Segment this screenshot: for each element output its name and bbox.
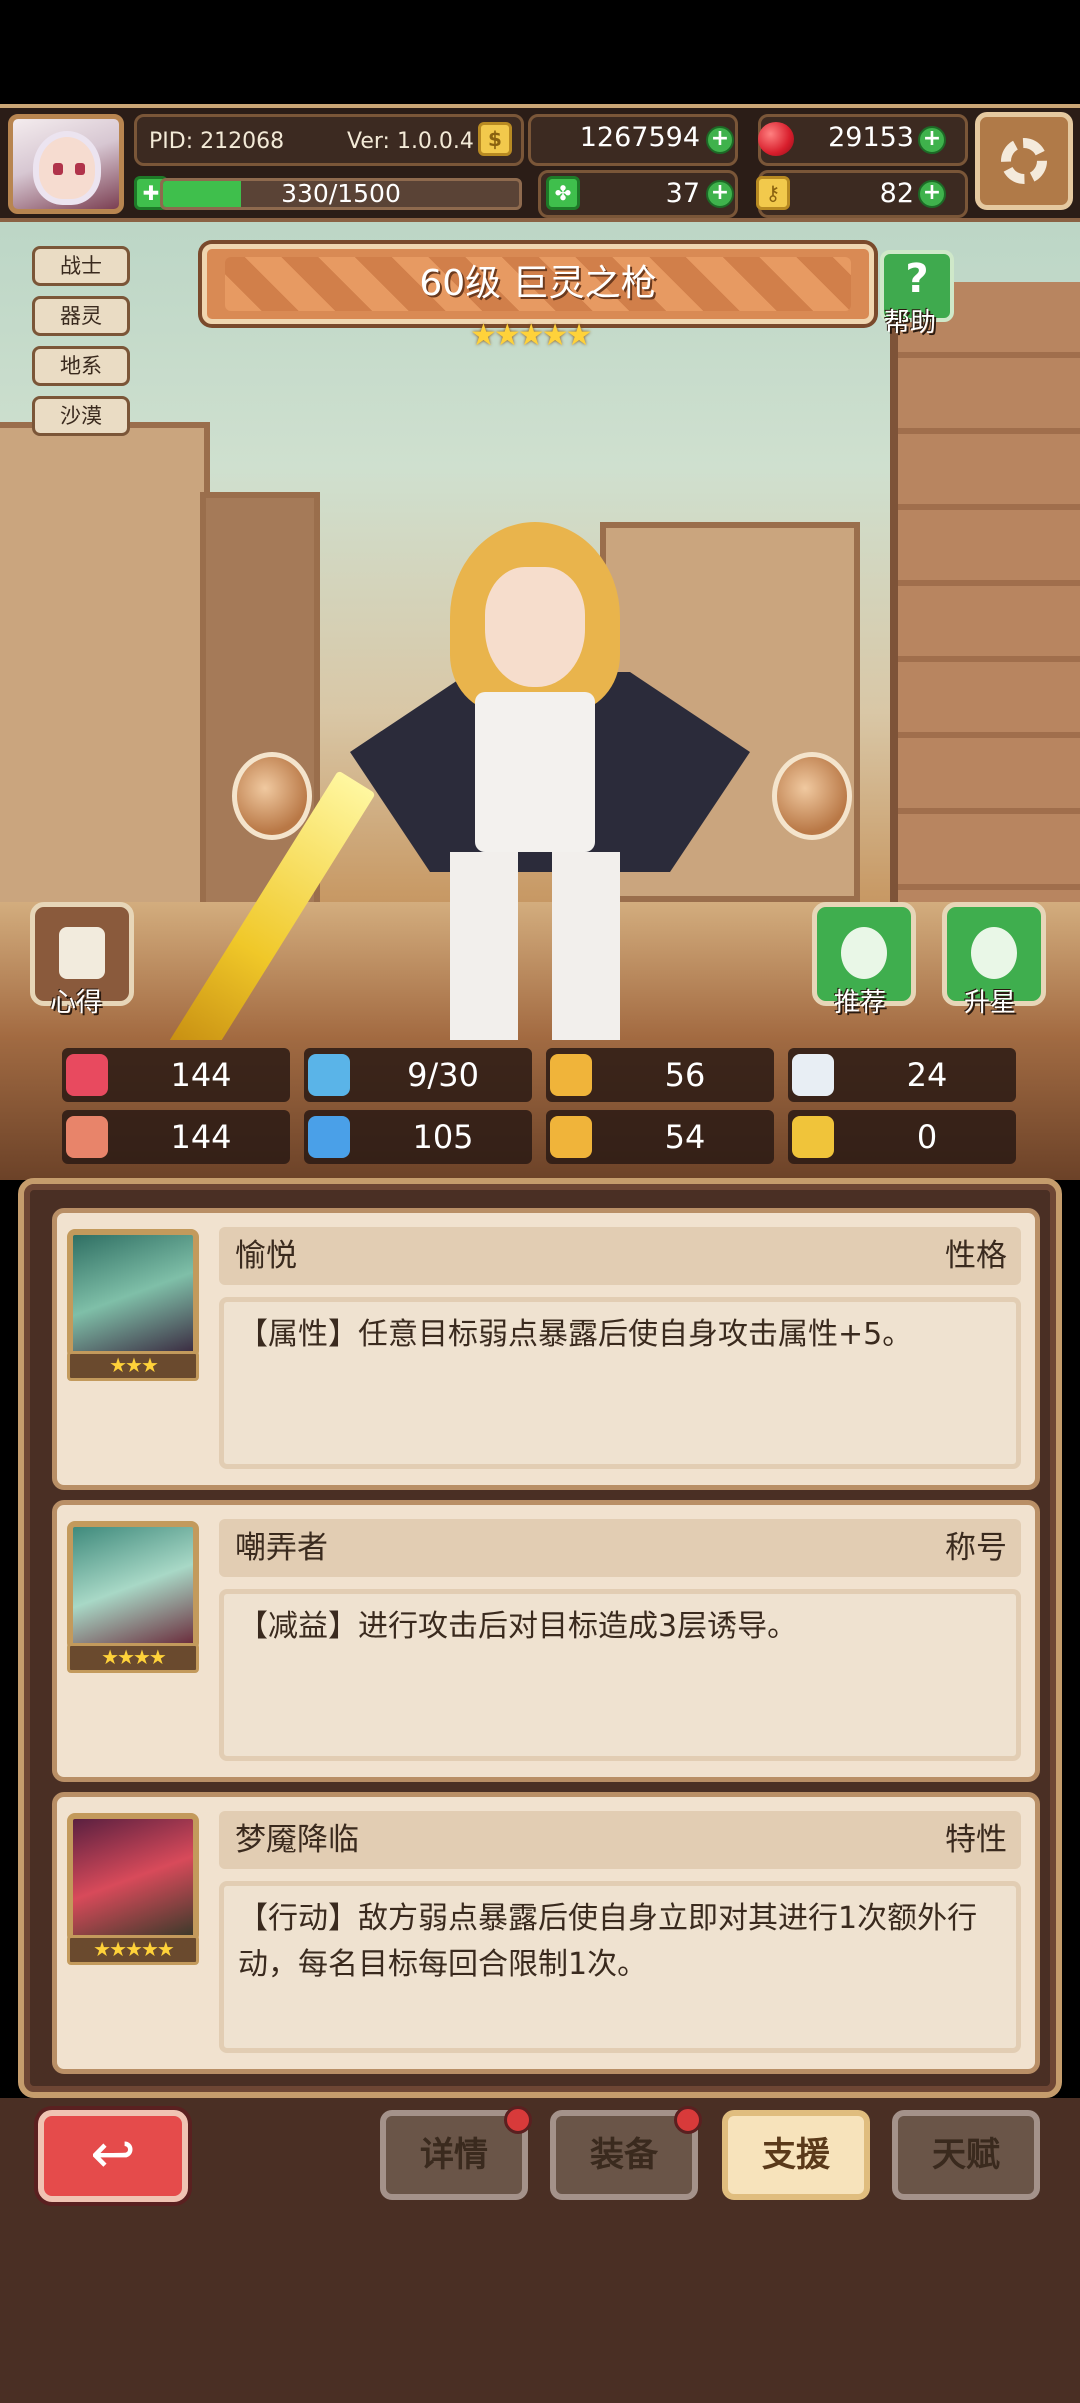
support-card-title[interactable]: ★★★★ 嘲弄者 称号 【减益】进行攻击后对目标造成3层诱导。 — [52, 1500, 1040, 1782]
energy-text: 330/1500 — [281, 179, 401, 208]
return-arrow-icon: ↩ — [90, 2122, 136, 2185]
support-portrait — [67, 1229, 199, 1359]
recommend-label: 推荐 — [834, 988, 887, 1018]
heart-icon — [66, 1054, 108, 1096]
stat-magic: 105 — [304, 1110, 532, 1164]
notebook-icon — [59, 927, 105, 979]
question-icon: ? — [905, 256, 929, 302]
support-stars: ★★★★★ — [67, 1935, 199, 1965]
settings-button[interactable] — [975, 112, 1073, 210]
tag-class[interactable]: 战士 — [32, 246, 130, 286]
add-gold-button[interactable]: + — [706, 126, 734, 154]
desert-cliff — [890, 282, 1080, 982]
stat-speed: 54 — [546, 1110, 774, 1164]
stats-panel: 144 9/30 56 24 144 105 54 0 — [0, 1040, 1080, 1180]
support-description: 【属性】任意目标弱点暴露后使自身攻击属性+5。 — [219, 1297, 1021, 1469]
hero-star-rating: ★★★★★ — [470, 318, 592, 353]
support-stars: ★★★ — [67, 1351, 199, 1381]
tab-equipment[interactable]: 装备 — [550, 2106, 702, 2200]
help-label: 帮助 — [884, 308, 937, 338]
support-card-personality[interactable]: ★★★ 愉悦 性格 【属性】任意目标弱点暴露后使自身攻击属性+5。 — [52, 1208, 1040, 1490]
stat-attack: 144 — [62, 1110, 290, 1164]
left-orb-icon — [232, 752, 312, 840]
stat-defense: 56 — [546, 1048, 774, 1102]
support-type: 称号 — [945, 1530, 1007, 1566]
stat-mana: 9/30 — [304, 1048, 532, 1102]
right-orb-icon — [772, 752, 852, 840]
add-key-button[interactable]: + — [918, 180, 946, 208]
shield-icon — [550, 1054, 592, 1096]
avatar-eye — [53, 163, 63, 175]
version-text: Ver: 1.0.0.4 — [347, 129, 474, 154]
tab-details-label: 详情 — [420, 2135, 488, 2175]
thumbs-up-icon — [841, 927, 887, 979]
support-name: 嘲弄者 — [235, 1530, 328, 1566]
tag-element[interactable]: 地系 — [32, 346, 130, 386]
tag-terrain[interactable]: 沙漠 — [32, 396, 130, 436]
gold-value: 1267594 — [579, 122, 700, 153]
support-panel: ★★★ 愉悦 性格 【属性】任意目标弱点暴露后使自身攻击属性+5。 ★★★★ 嘲… — [18, 1178, 1062, 2098]
support-name-bar: 嘲弄者 称号 — [219, 1519, 1021, 1577]
support-portrait — [67, 1813, 199, 1943]
red-gem-icon — [758, 122, 794, 156]
water-drop-icon — [308, 1054, 350, 1096]
pid-text: PID: 212068 — [149, 129, 285, 154]
clover-icon: ✤ — [546, 176, 580, 210]
support-description: 【减益】进行攻击后对目标造成3层诱导。 — [219, 1589, 1021, 1761]
tag-type[interactable]: 器灵 — [32, 296, 130, 336]
support-stars: ★★★★ — [67, 1643, 199, 1673]
back-button[interactable]: ↩ — [38, 2110, 188, 2202]
tab-talent[interactable]: 天赋 — [892, 2110, 1040, 2200]
gem-value: 29153 — [828, 122, 914, 153]
status-bar-area — [0, 0, 1080, 104]
book-icon — [308, 1116, 350, 1158]
add-gem-button[interactable]: + — [918, 126, 946, 154]
hero-body — [475, 692, 595, 852]
fist-icon — [66, 1116, 108, 1158]
notes-label: 心得 — [50, 988, 103, 1018]
player-avatar[interactable] — [8, 114, 124, 214]
support-type: 性格 — [945, 1238, 1007, 1274]
desert-rock — [0, 422, 210, 942]
tab-equipment-label: 装备 — [590, 2135, 658, 2175]
gear-icon — [1001, 138, 1047, 184]
tab-support[interactable]: 支援 — [722, 2110, 870, 2200]
horseshoe-icon — [792, 1116, 834, 1158]
support-name: 愉悦 — [235, 1238, 297, 1274]
stat-evasion: 24 — [788, 1048, 1016, 1102]
key-value: 82 — [879, 178, 914, 209]
tab-support-label: 支援 — [762, 2135, 830, 2175]
support-name: 梦魇降临 — [235, 1822, 359, 1858]
key-icon: ⚷ — [756, 176, 790, 210]
support-name-bar: 梦魇降临 特性 — [219, 1811, 1021, 1869]
add-clover-button[interactable]: + — [706, 180, 734, 208]
support-portrait — [67, 1521, 199, 1651]
hero-scene: 战士 器灵 地系 沙漠 60级 巨灵之枪 ★★★★★ ? 帮助 心得 推荐 升星 — [0, 222, 1080, 1040]
tab-details[interactable]: 详情 — [380, 2106, 532, 2200]
stat-hp: 144 — [62, 1048, 290, 1102]
hero-legs[interactable] — [450, 852, 620, 1040]
clover-value: 37 — [665, 178, 700, 209]
hero-face — [485, 567, 585, 687]
tab-talent-label: 天赋 — [932, 2135, 1000, 2175]
hero-title: 60级 巨灵之枪 — [419, 263, 657, 304]
upgrade-star-label: 升星 — [964, 988, 1017, 1018]
notification-dot — [674, 2106, 702, 2134]
wing-icon — [792, 1054, 834, 1096]
support-description: 【行动】敌方弱点暴露后使自身立即对其进行1次额外行动，每名目标每回合限制1次。 — [219, 1881, 1021, 2053]
energy-bar: 330/1500 — [160, 178, 522, 210]
gold-coin-icon: $ — [478, 122, 512, 156]
hero-title-banner: 60级 巨灵之枪 — [202, 244, 874, 324]
star-icon — [971, 927, 1017, 979]
support-type: 特性 — [945, 1822, 1007, 1858]
boot-icon — [550, 1116, 592, 1158]
avatar-eye — [75, 163, 85, 175]
notification-dot — [504, 2106, 532, 2134]
support-card-trait[interactable]: ★★★★★ 梦魇降临 特性 【行动】敌方弱点暴露后使自身立即对其进行1次额外行动… — [52, 1792, 1040, 2074]
pid-panel: PID: 212068 Ver: 1.0.0.4 — [134, 114, 524, 166]
avatar-face — [39, 137, 95, 199]
stat-luck: 0 — [788, 1110, 1016, 1164]
support-name-bar: 愉悦 性格 — [219, 1227, 1021, 1285]
resource-header: PID: 212068 Ver: 1.0.0.4 $ 1267594 + 291… — [0, 104, 1080, 222]
